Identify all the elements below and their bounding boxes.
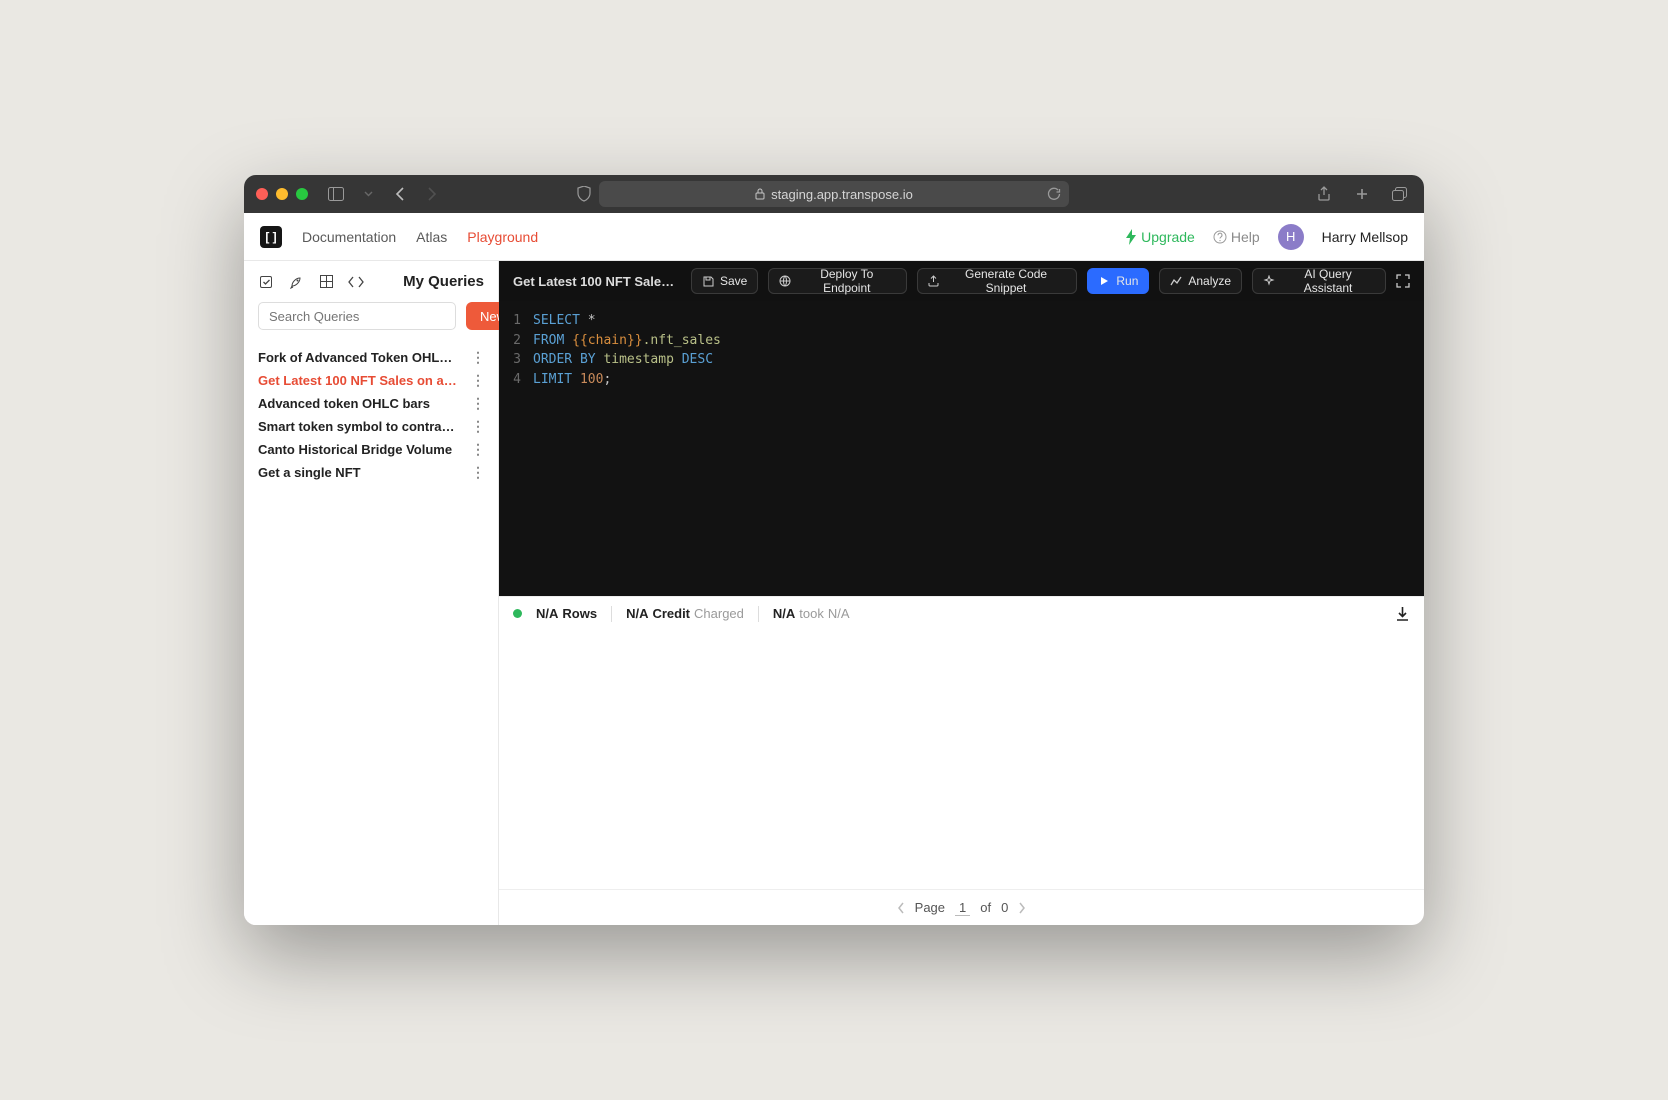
browser-titlebar: staging.app.transpose.io bbox=[244, 175, 1424, 213]
globe-icon bbox=[779, 275, 791, 287]
code-content[interactable]: SELECT * bbox=[533, 311, 596, 331]
query-tab-title: Get Latest 100 NFT Sales on any C bbox=[513, 274, 681, 289]
close-window-button[interactable] bbox=[256, 188, 268, 200]
query-list-item-label: Canto Historical Bridge Volume bbox=[258, 442, 452, 457]
query-list-item[interactable]: Get Latest 100 NFT Sales on any Chain ⋮ bbox=[250, 369, 492, 392]
save-button[interactable]: Save bbox=[691, 268, 758, 294]
sidebar: My Queries New Fork of Advanced Token OH… bbox=[244, 261, 499, 925]
query-list-item-label: Smart token symbol to contract addr… bbox=[258, 419, 458, 434]
url-text: staging.app.transpose.io bbox=[771, 187, 913, 202]
traffic-lights bbox=[256, 188, 308, 200]
query-list-item[interactable]: Get a single NFT ⋮ bbox=[250, 461, 492, 484]
help-button[interactable]: Help bbox=[1213, 229, 1260, 245]
pager-next[interactable] bbox=[1018, 902, 1026, 914]
analyze-icon bbox=[1170, 275, 1182, 287]
minimize-window-button[interactable] bbox=[276, 188, 288, 200]
query-item-menu-icon[interactable]: ⋮ bbox=[471, 418, 484, 435]
pager-current[interactable]: 1 bbox=[955, 900, 970, 916]
browser-window: staging.app.transpose.io [ ] Documentati… bbox=[244, 175, 1424, 925]
query-item-menu-icon[interactable]: ⋮ bbox=[471, 464, 484, 481]
shield-icon[interactable] bbox=[572, 182, 596, 206]
new-tab-icon[interactable] bbox=[1350, 182, 1374, 206]
query-list: Fork of Advanced Token OHLC Bars⋮Get Lat… bbox=[244, 342, 498, 488]
expand-editor-icon[interactable] bbox=[1396, 274, 1410, 288]
search-queries-input[interactable] bbox=[258, 302, 456, 330]
line-number: 3 bbox=[499, 350, 533, 370]
line-number: 2 bbox=[499, 331, 533, 351]
query-list-item-label: Get a single NFT bbox=[258, 465, 361, 480]
editor-toolbar: Get Latest 100 NFT Sales on any C Save D… bbox=[499, 261, 1424, 301]
upload-icon bbox=[928, 275, 939, 287]
snippet-button[interactable]: Generate Code Snippet bbox=[917, 268, 1077, 294]
query-list-item[interactable]: Smart token symbol to contract addr… ⋮ bbox=[250, 415, 492, 438]
pager-total: 0 bbox=[1001, 900, 1008, 915]
download-results-button[interactable] bbox=[1395, 606, 1410, 622]
maximize-window-button[interactable] bbox=[296, 188, 308, 200]
tabs-icon[interactable] bbox=[1388, 182, 1412, 206]
play-icon bbox=[1098, 275, 1110, 287]
query-list-item-label: Fork of Advanced Token OHLC Bars bbox=[258, 350, 458, 365]
lock-icon bbox=[755, 188, 765, 200]
query-item-menu-icon[interactable]: ⋮ bbox=[471, 441, 484, 458]
status-indicator bbox=[513, 609, 522, 618]
nav-documentation[interactable]: Documentation bbox=[302, 229, 396, 245]
url-bar[interactable]: staging.app.transpose.io bbox=[599, 181, 1069, 207]
status-credit: N/A Credit Charged bbox=[626, 606, 744, 621]
save-icon bbox=[702, 275, 714, 287]
rocket-icon[interactable] bbox=[288, 274, 304, 290]
user-name[interactable]: Harry Mellsop bbox=[1322, 229, 1408, 245]
code-content[interactable]: FROM {{chain}}.nft_sales bbox=[533, 331, 721, 351]
query-item-menu-icon[interactable]: ⋮ bbox=[471, 349, 484, 366]
code-editor[interactable]: 1SELECT *2FROM {{chain}}.nft_sales3ORDER… bbox=[499, 301, 1424, 596]
status-bar: N/A Rows N/A Credit Charged N/A took N/A bbox=[499, 596, 1424, 630]
bolt-icon bbox=[1125, 229, 1137, 245]
edit-icon[interactable] bbox=[258, 274, 274, 290]
sparkle-icon bbox=[1263, 275, 1275, 287]
query-list-item[interactable]: Canto Historical Bridge Volume ⋮ bbox=[250, 438, 492, 461]
status-rows: N/A Rows bbox=[536, 606, 597, 621]
results-area bbox=[499, 630, 1424, 889]
user-avatar[interactable]: H bbox=[1278, 224, 1304, 250]
deploy-button[interactable]: Deploy To Endpoint bbox=[768, 268, 907, 294]
grid-icon[interactable] bbox=[318, 274, 334, 290]
nav-atlas[interactable]: Atlas bbox=[416, 229, 447, 245]
upgrade-button[interactable]: Upgrade bbox=[1125, 229, 1195, 245]
results-pager: Page 1 of 0 bbox=[499, 889, 1424, 925]
chevron-down-icon[interactable] bbox=[356, 182, 380, 206]
query-list-item-label: Get Latest 100 NFT Sales on any Chain bbox=[258, 373, 458, 388]
query-list-item-label: Advanced token OHLC bars bbox=[258, 396, 430, 411]
pager-prev[interactable] bbox=[897, 902, 905, 914]
code-content[interactable]: ORDER BY timestamp DESC bbox=[533, 350, 713, 370]
code-icon[interactable] bbox=[348, 274, 364, 290]
run-button[interactable]: Run bbox=[1087, 268, 1149, 294]
sidebar-title: My Queries bbox=[403, 273, 484, 290]
forward-button[interactable] bbox=[420, 182, 444, 206]
query-item-menu-icon[interactable]: ⋮ bbox=[471, 395, 484, 412]
refresh-icon[interactable] bbox=[1047, 187, 1061, 201]
share-icon[interactable] bbox=[1312, 182, 1336, 206]
query-list-item[interactable]: Advanced token OHLC bars ⋮ bbox=[250, 392, 492, 415]
help-icon bbox=[1213, 230, 1227, 244]
app-header: [ ] Documentation Atlas Playground Upgra… bbox=[244, 213, 1424, 261]
analyze-button[interactable]: Analyze bbox=[1159, 268, 1242, 294]
query-item-menu-icon[interactable]: ⋮ bbox=[471, 372, 484, 389]
sidebar-toggle-icon[interactable] bbox=[324, 182, 348, 206]
back-button[interactable] bbox=[388, 182, 412, 206]
line-number: 1 bbox=[499, 311, 533, 331]
nav-playground[interactable]: Playground bbox=[467, 229, 538, 245]
query-list-item[interactable]: Fork of Advanced Token OHLC Bars ⋮ bbox=[250, 346, 492, 369]
main-area: My Queries New Fork of Advanced Token OH… bbox=[244, 261, 1424, 925]
code-content[interactable]: LIMIT 100; bbox=[533, 370, 611, 390]
app-logo[interactable]: [ ] bbox=[260, 226, 282, 248]
line-number: 4 bbox=[499, 370, 533, 390]
editor-pane: Get Latest 100 NFT Sales on any C Save D… bbox=[499, 261, 1424, 925]
ai-assistant-button[interactable]: AI Query Assistant bbox=[1252, 268, 1386, 294]
status-time: N/A took N/A bbox=[773, 606, 850, 621]
